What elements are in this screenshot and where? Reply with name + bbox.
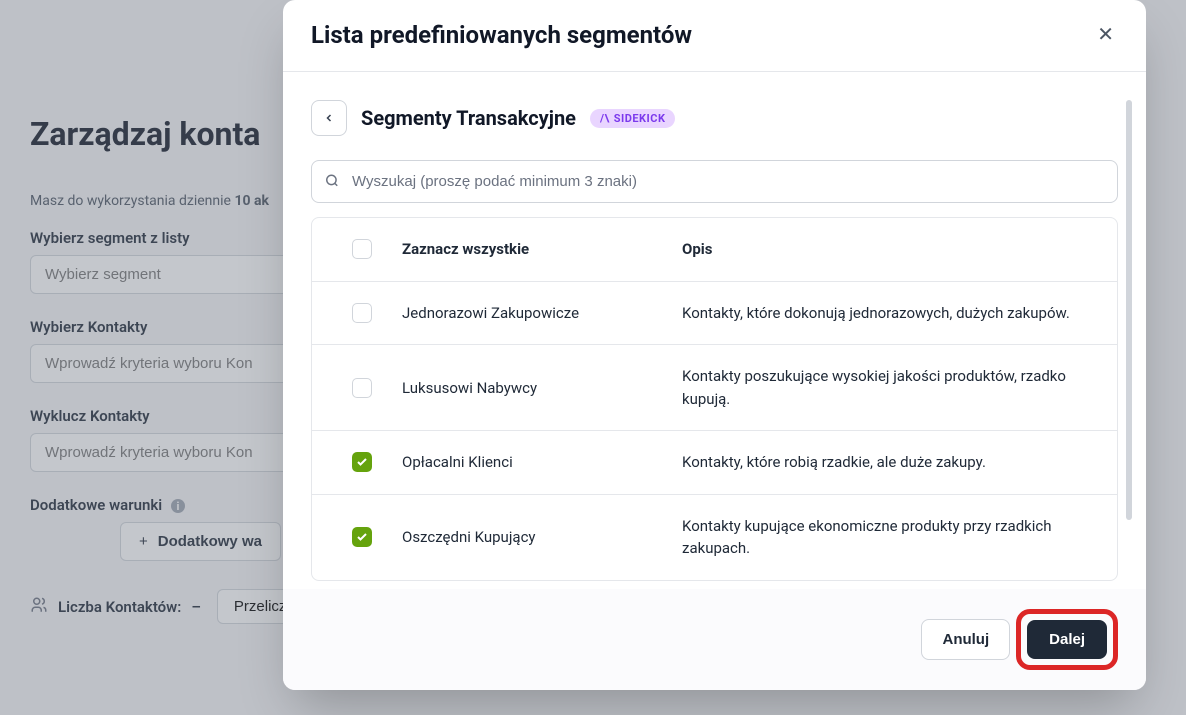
search-wrapper [311,160,1118,203]
modal-footer: Anuluj Dalej [283,589,1146,690]
ai-icon: /\ [600,112,610,125]
back-button[interactable] [311,100,347,136]
header-name: Zaznacz wszystkie [402,240,682,258]
table-header-row: Zaznacz wszystkie Opis [312,218,1117,282]
search-input[interactable] [311,160,1118,203]
chevron-left-icon [323,112,335,124]
row-checkbox[interactable] [352,303,372,323]
select-all-checkbox[interactable] [352,239,372,259]
header-desc: Opis [682,238,1107,261]
close-icon: ✕ [1097,24,1114,46]
table-row: Jednorazowi Zakupowicze Kontakty, które … [312,282,1117,346]
cancel-button[interactable]: Anuluj [921,619,1010,660]
next-button[interactable]: Dalej [1027,620,1107,659]
row-checkbox[interactable] [352,527,372,547]
segment-desc: Kontakty kupujące ekonomiczne produkty p… [682,515,1107,560]
segment-name: Oszczędni Kupujący [402,528,682,546]
segment-desc: Kontakty poszukujące wysokiej jakości pr… [682,365,1107,410]
segment-category-title: Segmenty Transakcyjne [361,106,576,130]
segment-modal: Lista predefiniowanych segmentów ✕ Segme… [283,0,1146,690]
segment-desc: Kontakty, które robią rzadkie, ale duże … [682,451,1107,474]
segment-name: Luksusowi Nabywcy [402,379,682,397]
row-checkbox[interactable] [352,452,372,472]
segment-name: Jednorazowi Zakupowicze [402,304,682,322]
modal-title: Lista predefiniowanych segmentów [311,21,692,49]
row-checkbox[interactable] [352,378,372,398]
segment-name: Opłacalni Klienci [402,453,682,471]
check-icon [356,531,368,543]
table-row: Oszczędni Kupujący Kontakty kupujące eko… [312,495,1117,580]
segment-desc: Kontakty, które dokonują jednorazowych, … [682,302,1107,325]
highlight-annotation: Dalej [1016,609,1118,670]
segment-table: Zaznacz wszystkie Opis Jednorazowi Zakup… [311,217,1118,581]
segment-header: Segmenty Transakcyjne /\ SIDEKICK [311,100,1118,136]
table-row: Luksusowi Nabywcy Kontakty poszukujące w… [312,345,1117,431]
table-row: Opłacalni Klienci Kontakty, które robią … [312,431,1117,495]
modal-body: Segmenty Transakcyjne /\ SIDEKICK Zaznac… [283,72,1146,589]
search-icon [325,172,339,191]
modal-header: Lista predefiniowanych segmentów ✕ [283,0,1146,72]
close-button[interactable]: ✕ [1093,18,1118,51]
check-icon [356,456,368,468]
sidekick-badge: /\ SIDEKICK [590,109,675,128]
